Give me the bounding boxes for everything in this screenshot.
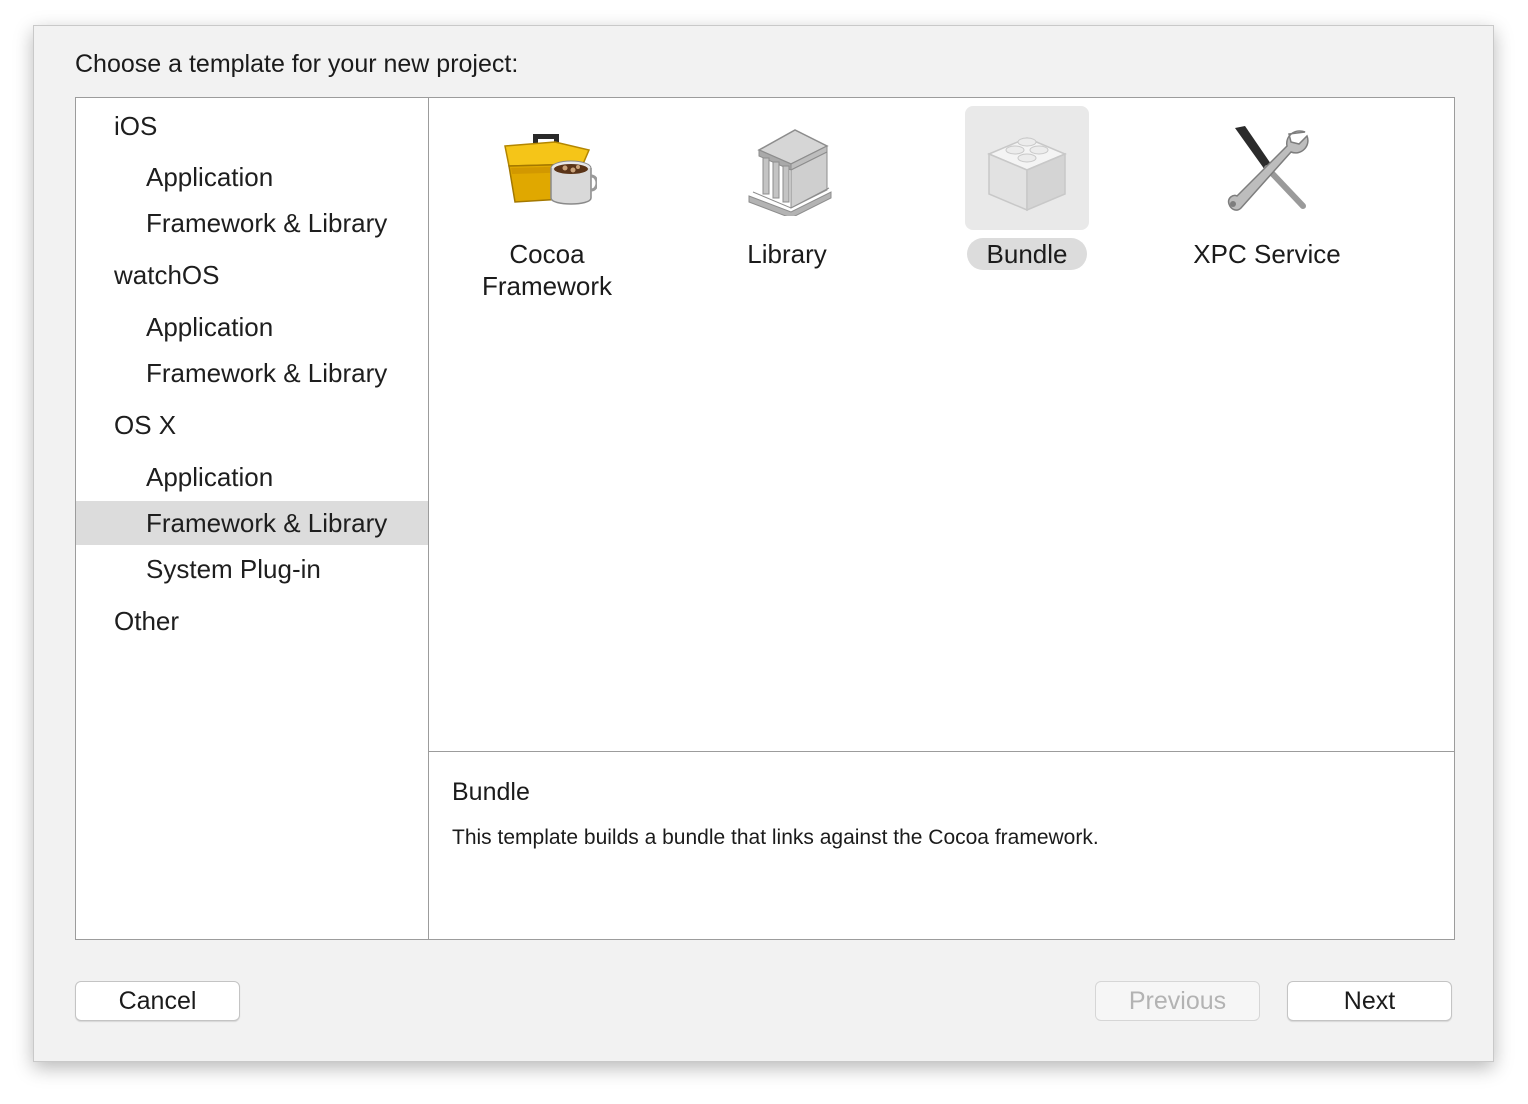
sidebar-item-watchos-framework-library[interactable]: Framework & Library	[76, 351, 428, 395]
sidebar-item-osx-system-plugin[interactable]: System Plug-in	[76, 547, 428, 591]
template-label-bundle: Bundle	[966, 238, 1088, 270]
sidebar-item-ios-framework-library[interactable]: Framework & Library	[76, 201, 428, 245]
tools-icon	[1205, 106, 1329, 230]
template-label-cocoa-framework: Cocoa Framework	[481, 239, 612, 301]
sidebar-item-ios-application[interactable]: Application	[76, 155, 428, 199]
template-xpc-service[interactable]: XPC Service	[1152, 106, 1382, 270]
lego-brick-icon	[965, 106, 1089, 230]
template-chooser-panel: iOS Application Framework & Library watc…	[75, 97, 1455, 940]
previous-button[interactable]: Previous	[1095, 981, 1260, 1021]
sheet-prompt: Choose a template for your new project:	[75, 50, 519, 78]
sidebar-item-osx-framework-library[interactable]: Framework & Library	[76, 501, 428, 545]
sidebar-group-other[interactable]: Other	[76, 599, 428, 643]
template-grid: Cocoa Framework Library Bundle XPC Servi…	[429, 98, 1454, 752]
next-button[interactable]: Next	[1287, 981, 1452, 1021]
template-description: Bundle This template builds a bundle tha…	[429, 752, 1454, 939]
sidebar-item-watchos-application[interactable]: Application	[76, 305, 428, 349]
template-library[interactable]: Library	[672, 106, 902, 270]
sidebar-group-ios[interactable]: iOS	[76, 104, 428, 148]
description-text: This template builds a bundle that links…	[452, 826, 1099, 849]
template-cocoa-framework[interactable]: Cocoa Framework	[432, 106, 662, 302]
platform-sidebar: iOS Application Framework & Library watc…	[76, 98, 429, 939]
description-title: Bundle	[452, 778, 530, 806]
sidebar-group-osx[interactable]: OS X	[76, 403, 428, 447]
template-label-library: Library	[747, 239, 827, 269]
template-content: Cocoa Framework Library Bundle XPC Servi…	[429, 98, 1454, 939]
toolbox-icon	[485, 106, 609, 230]
cancel-button[interactable]: Cancel	[75, 981, 240, 1021]
template-label-xpc-service: XPC Service	[1193, 239, 1341, 269]
new-project-sheet: Choose a template for your new project: …	[33, 25, 1494, 1062]
sidebar-item-osx-application[interactable]: Application	[76, 455, 428, 499]
library-building-icon	[725, 106, 849, 230]
sidebar-group-watchos[interactable]: watchOS	[76, 253, 428, 297]
template-bundle[interactable]: Bundle	[912, 106, 1142, 270]
